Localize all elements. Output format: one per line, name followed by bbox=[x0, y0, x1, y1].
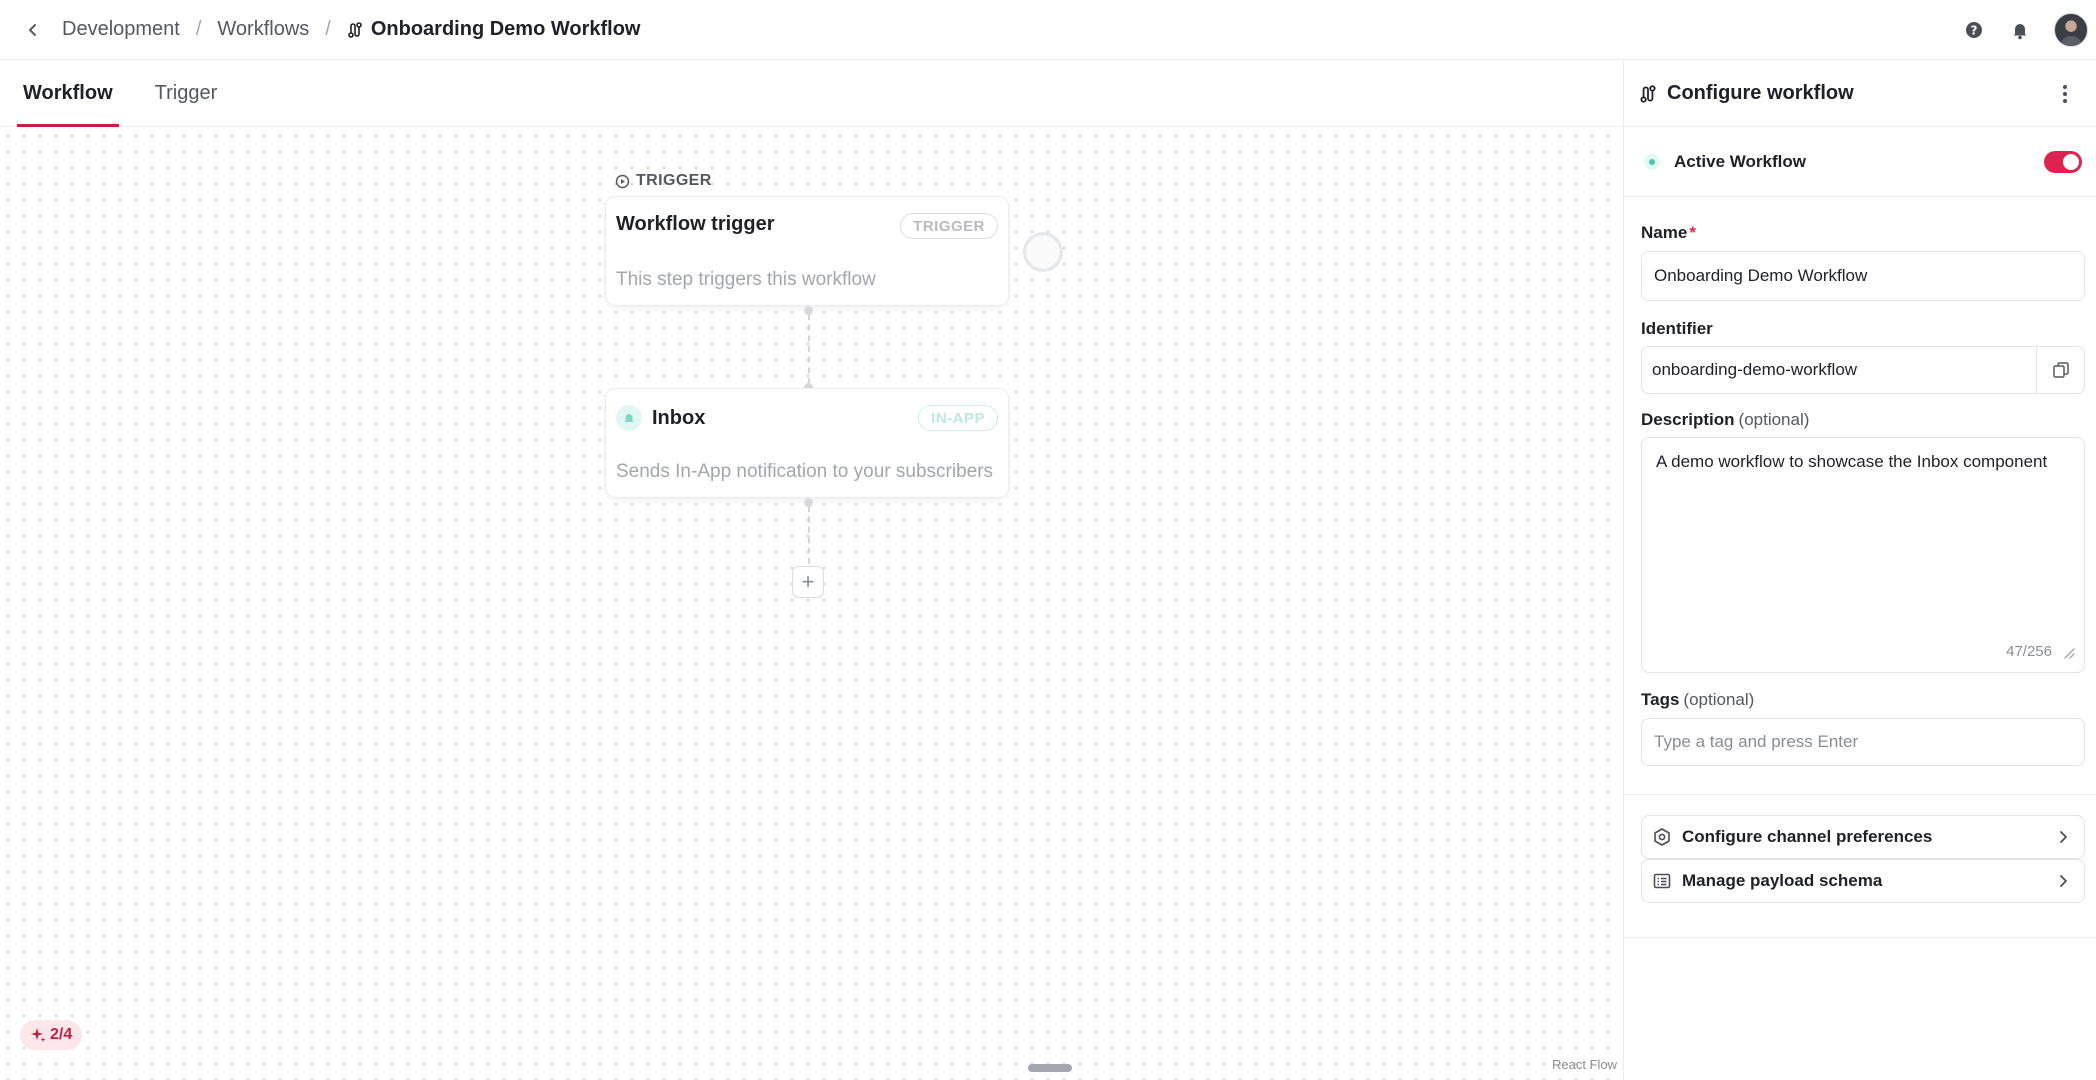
breadcrumb-separator: / bbox=[195, 18, 202, 40]
hexagon-settings-icon bbox=[1654, 828, 1670, 846]
sparkle-icon bbox=[31, 1028, 46, 1042]
active-workflow-toggle[interactable] bbox=[2044, 151, 2082, 173]
breadcrumb: Development / Workflows / Onboarding Dem… bbox=[22, 18, 640, 41]
description-label: Description (optional) bbox=[1641, 410, 1810, 429]
node-description: This step triggers this workflow bbox=[616, 269, 876, 290]
panel-header: Configure workflow bbox=[1624, 61, 2096, 127]
status-dot-icon bbox=[1644, 153, 1660, 170]
avatar[interactable] bbox=[2054, 13, 2088, 47]
manage-payload-schema-button[interactable]: Manage payload schema bbox=[1641, 859, 2085, 903]
top-bar: Development / Workflows / Onboarding Dem… bbox=[0, 0, 2096, 60]
panel-title: Configure workflow bbox=[1667, 82, 1854, 104]
trigger-section-label: TRIGGER bbox=[615, 172, 712, 190]
node-connection-handle[interactable] bbox=[1023, 232, 1063, 272]
link-label: Manage payload schema bbox=[1682, 871, 1883, 890]
node-title: Workflow trigger bbox=[616, 213, 775, 235]
bell-icon bbox=[616, 405, 642, 431]
schema-list-icon bbox=[1653, 873, 1671, 889]
workflow-icon bbox=[348, 21, 362, 38]
panel-divider bbox=[1624, 794, 2096, 795]
description-textarea[interactable]: A demo workflow to showcase the Inbox co… bbox=[1641, 437, 2085, 673]
svg-text:?: ? bbox=[1971, 24, 1978, 38]
add-step-button[interactable]: + bbox=[792, 566, 824, 598]
active-workflow-row: Active Workflow bbox=[1624, 127, 2096, 197]
identifier-value: onboarding-demo-workflow bbox=[1652, 360, 1858, 379]
onboarding-step-counter[interactable]: 2/4 bbox=[20, 1020, 83, 1050]
resize-grip-icon[interactable] bbox=[2062, 646, 2076, 660]
configure-channel-preferences-button[interactable]: Configure channel preferences bbox=[1641, 815, 2085, 859]
tab-workflow[interactable]: Workflow bbox=[17, 60, 119, 127]
breadcrumb-separator: / bbox=[325, 18, 331, 40]
back-icon[interactable] bbox=[22, 19, 44, 41]
edge-line bbox=[808, 314, 810, 384]
chevron-right-icon bbox=[2060, 831, 2067, 843]
node-description: Sends In-App notification to your subscr… bbox=[616, 461, 994, 482]
edge-line bbox=[808, 506, 810, 564]
chevron-right-icon bbox=[2060, 875, 2067, 887]
description-counter: 47/256 bbox=[2006, 643, 2052, 660]
breadcrumb-development[interactable]: Development bbox=[62, 18, 180, 41]
description-value: A demo workflow to showcase the Inbox co… bbox=[1656, 452, 2048, 471]
identifier-label: Identifier bbox=[1641, 319, 1713, 338]
name-label: Name * bbox=[1641, 223, 1696, 242]
bell-icon[interactable] bbox=[2008, 18, 2032, 42]
node-badge: TRIGGER bbox=[900, 213, 998, 239]
node-title-text: Inbox bbox=[652, 406, 706, 429]
tab-trigger[interactable]: Trigger bbox=[149, 60, 224, 126]
play-circle-icon bbox=[615, 174, 630, 188]
node-title: Inbox bbox=[616, 405, 705, 431]
inbox-node[interactable]: Inbox IN-APP Sends In-App notification t… bbox=[605, 388, 1009, 498]
tags-label: Tags (optional) bbox=[1641, 690, 1755, 709]
workflow-trigger-node[interactable]: Workflow trigger TRIGGER This step trigg… bbox=[605, 196, 1009, 306]
help-icon[interactable]: ? bbox=[1962, 18, 1986, 42]
identifier-input[interactable]: onboarding-demo-workflow bbox=[1641, 346, 2085, 394]
tab-bar: Workflow Trigger bbox=[0, 61, 1623, 127]
tags-input[interactable]: Type a tag and press Enter bbox=[1641, 718, 2085, 766]
header-actions: ? bbox=[1962, 13, 2088, 47]
more-options-icon[interactable] bbox=[2058, 82, 2082, 106]
panel-divider bbox=[1624, 937, 2096, 938]
active-workflow-label: Active Workflow bbox=[1674, 151, 1806, 171]
workflow-title: Onboarding Demo Workflow bbox=[370, 18, 641, 40]
name-input[interactable]: Onboarding Demo Workflow bbox=[1641, 251, 2085, 301]
copy-icon[interactable] bbox=[2036, 347, 2084, 393]
panel-drag-handle[interactable] bbox=[1028, 1064, 1072, 1072]
link-label: Configure channel preferences bbox=[1682, 827, 1933, 846]
react-flow-attribution[interactable]: React Flow bbox=[1552, 1057, 1617, 1072]
breadcrumb-current: Onboarding Demo Workflow bbox=[347, 18, 641, 41]
workflow-icon bbox=[1640, 84, 1656, 103]
node-badge: IN-APP bbox=[918, 405, 998, 431]
configure-panel: Configure workflow Active Workflow Name *… bbox=[1623, 61, 2096, 1080]
workflow-canvas[interactable]: TRIGGER Workflow trigger TRIGGER This st… bbox=[0, 128, 1623, 1080]
breadcrumb-workflows[interactable]: Workflows bbox=[217, 18, 309, 41]
